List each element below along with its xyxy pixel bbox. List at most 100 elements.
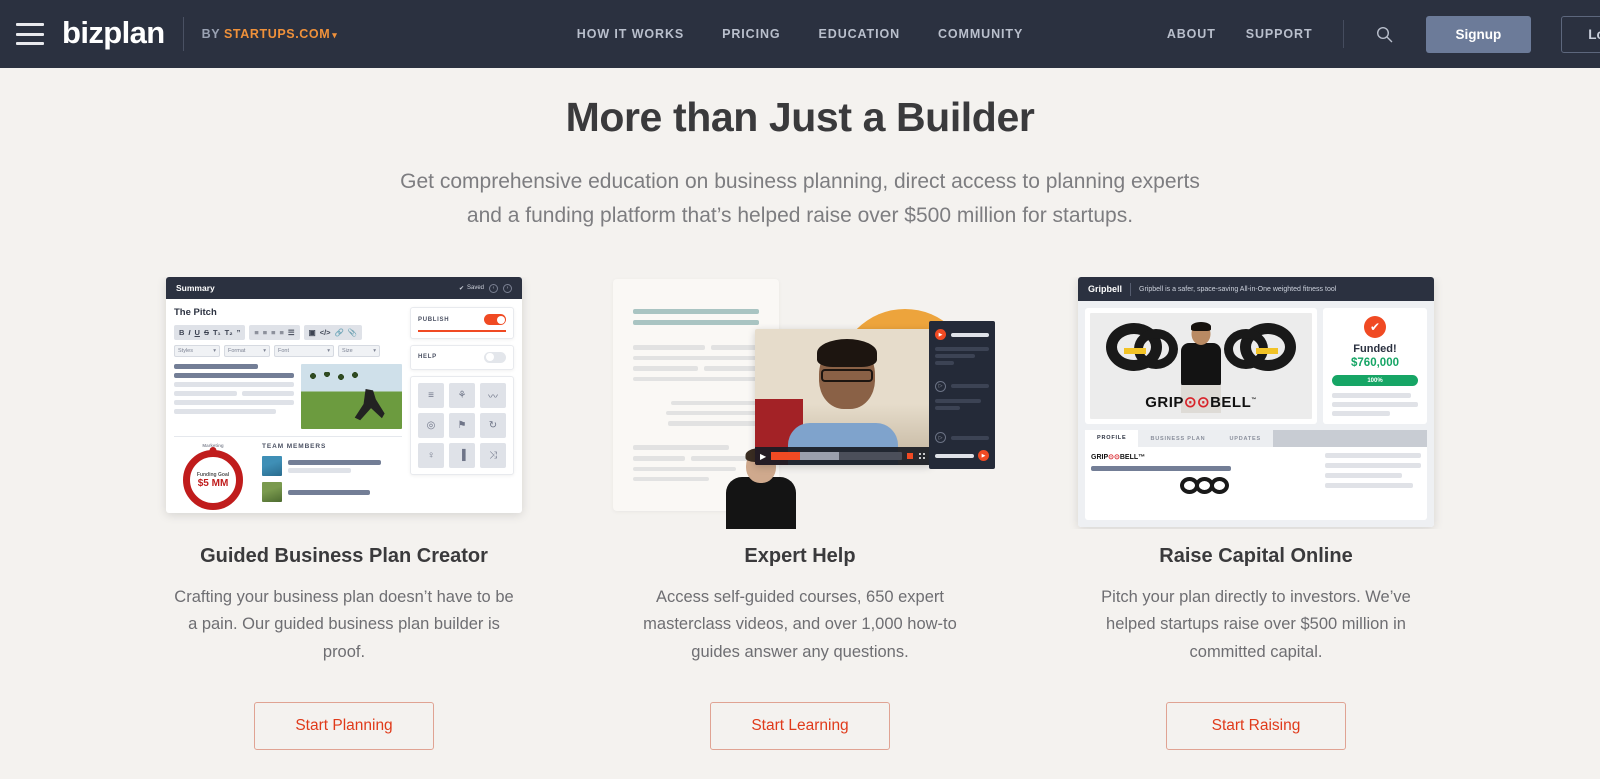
nav-item-education[interactable]: EDUCATION xyxy=(819,27,900,41)
playlist-item[interactable]: ▶ xyxy=(935,329,989,341)
tab-updates[interactable]: UPDATES xyxy=(1217,430,1273,448)
search-icon[interactable] xyxy=(1374,23,1396,45)
tab-content-sidebar xyxy=(1325,453,1421,514)
toggle-knob xyxy=(496,315,505,324)
underline-icon[interactable]: U xyxy=(195,328,200,337)
playlist-item[interactable]: ▷ xyxy=(935,380,989,392)
check-icon: ✔ xyxy=(458,285,464,292)
text-tool-icon[interactable]: ≡ xyxy=(418,382,444,408)
text-line xyxy=(1325,463,1421,469)
play-icon: ▶ xyxy=(935,329,946,341)
text-line xyxy=(951,435,989,440)
editor-select-row: Styles ▾ Format ▾ Font ▾ Size ▾ xyxy=(174,345,402,358)
text-line xyxy=(935,361,955,366)
funding-goal-donut: Funding Goal $5 MM xyxy=(183,447,243,511)
next-arrow-icon[interactable]: › xyxy=(503,283,512,293)
login-button[interactable]: Login xyxy=(1561,15,1600,53)
subscript-icon[interactable]: T₁ xyxy=(213,328,221,337)
link-icon[interactable]: 🔗 xyxy=(335,328,344,337)
size-dropdown[interactable]: Size ▾ xyxy=(338,345,380,358)
chevron-down-icon[interactable]: ▾ xyxy=(332,30,337,40)
funding-goal-amount: $5 MM xyxy=(197,477,229,489)
mockup-titlebar: Gripbell Gripbell is a safer, space-savi… xyxy=(1078,277,1434,302)
bookmark-tool-icon[interactable]: ⚑ xyxy=(449,412,475,438)
tab-bar-filler xyxy=(1272,430,1427,448)
help-label: HELP xyxy=(418,354,437,361)
italic-icon[interactable]: I xyxy=(188,328,190,337)
nav-item-pricing[interactable]: PRICING xyxy=(722,27,780,41)
progress-fill xyxy=(771,452,800,461)
bold-icon[interactable]: B xyxy=(179,328,184,337)
video-progress-bar[interactable] xyxy=(771,452,902,461)
team-member-row xyxy=(262,456,402,477)
nav-item-support[interactable]: SUPPORT xyxy=(1246,27,1313,41)
toolbar-group-alignment[interactable]: ≡ ≡ ≡ ≡ ☰ xyxy=(249,325,300,341)
help-toggle[interactable] xyxy=(484,351,506,363)
video-player[interactable]: ▶ xyxy=(755,329,931,466)
play-icon: ▶ xyxy=(978,450,989,462)
publish-row: PUBLISH xyxy=(418,314,506,326)
start-learning-button[interactable]: Start Learning xyxy=(710,702,890,751)
playlist-footer[interactable]: ▶ xyxy=(935,450,989,462)
hero-subtitle-line-2: and a funding platform that’s helped rai… xyxy=(466,204,1134,228)
refresh-tool-icon[interactable]: ↻ xyxy=(480,412,506,438)
editor-section-title: The Pitch xyxy=(174,307,217,319)
play-icon: ▷ xyxy=(935,432,946,444)
bar-chart-tool-icon[interactable]: ▐ xyxy=(449,442,475,468)
start-planning-button[interactable]: Start Planning xyxy=(254,702,434,751)
product-hero-image: GRIP⊙⊙BELL™ xyxy=(1090,313,1312,420)
play-icon[interactable]: ▶ xyxy=(760,452,766,461)
quote-icon[interactable]: ” xyxy=(237,328,241,337)
hamburger-bar xyxy=(16,32,44,36)
team-member-lines xyxy=(288,459,402,473)
org-chart-tool-icon[interactable]: ⚘ xyxy=(449,382,475,408)
fullscreen-icon[interactable] xyxy=(918,452,926,461)
donut-marker xyxy=(209,447,217,455)
nav-item-community[interactable]: COMMUNITY xyxy=(938,27,1023,41)
product-wordmark: GRIP⊙⊙BELL™ xyxy=(1090,393,1312,411)
publish-toggle[interactable] xyxy=(484,314,506,326)
toolbar-group-text-format[interactable]: B I U S T₁ T₂ ” xyxy=(174,325,246,341)
start-raising-button[interactable]: Start Raising xyxy=(1166,702,1346,751)
funding-meta-lines xyxy=(1332,393,1418,417)
parent-brand-byline[interactable]: BY STARTUPS.COM ▾ xyxy=(202,27,338,41)
code-icon[interactable]: </> xyxy=(320,328,331,337)
doc-spacer xyxy=(633,331,759,339)
line-chart-tool-icon[interactable]: 〰 xyxy=(480,382,506,408)
tab-content-main: GRIP⊙⊙BELL™ xyxy=(1091,453,1317,514)
text-line xyxy=(174,382,294,388)
athlete-hair xyxy=(1191,322,1211,332)
chevron-down-icon: ▾ xyxy=(213,348,216,355)
prev-arrow-icon[interactable]: ‹ xyxy=(489,283,498,293)
nav-item-how-it-works[interactable]: HOW IT WORKS xyxy=(577,27,684,41)
align-right-icon[interactable]: ≡ xyxy=(271,328,275,337)
site-logo[interactable]: bizplan xyxy=(62,17,165,51)
nav-item-about[interactable]: ABOUT xyxy=(1167,27,1216,41)
font-dropdown[interactable]: Font ▾ xyxy=(274,345,334,358)
image-icon[interactable]: ▣ xyxy=(309,328,316,337)
attachment-icon[interactable]: 📎 xyxy=(348,328,357,337)
tab-profile[interactable]: PROFILE xyxy=(1085,430,1139,448)
format-dropdown[interactable]: Format ▾ xyxy=(224,345,270,358)
align-left-icon[interactable]: ≡ xyxy=(254,328,258,337)
strikethrough-icon[interactable]: S xyxy=(204,328,209,337)
bullet-list-icon[interactable]: ☰ xyxy=(288,328,295,337)
progress-buffer xyxy=(799,452,840,461)
signup-button[interactable]: Signup xyxy=(1425,15,1532,53)
align-center-icon[interactable]: ≡ xyxy=(263,328,267,337)
doc-line xyxy=(665,411,759,416)
profile-top-row: GRIP⊙⊙BELL™ ✔ Funded! $760,000 100% xyxy=(1085,308,1427,425)
tab-business-plan[interactable]: BUSINESS PLAN xyxy=(1138,430,1218,448)
toolbar-group-insert[interactable]: ▣ </> 🔗 📎 xyxy=(303,325,363,341)
align-justify-icon[interactable]: ≡ xyxy=(279,328,283,337)
toggle-knob xyxy=(485,353,494,362)
table-tool-icon[interactable]: ⤨ xyxy=(480,442,506,468)
styles-dropdown[interactable]: Styles ▾ xyxy=(174,345,220,358)
idea-tool-icon[interactable]: ♀ xyxy=(418,442,444,468)
superscript-icon[interactable]: T₂ xyxy=(225,328,233,337)
playlist-item[interactable]: ▷ xyxy=(935,432,989,444)
hamburger-menu-icon[interactable] xyxy=(16,23,44,45)
doc-line xyxy=(711,344,759,350)
target-tool-icon[interactable]: ◎ xyxy=(418,412,444,438)
hamburger-bar xyxy=(16,23,44,26)
